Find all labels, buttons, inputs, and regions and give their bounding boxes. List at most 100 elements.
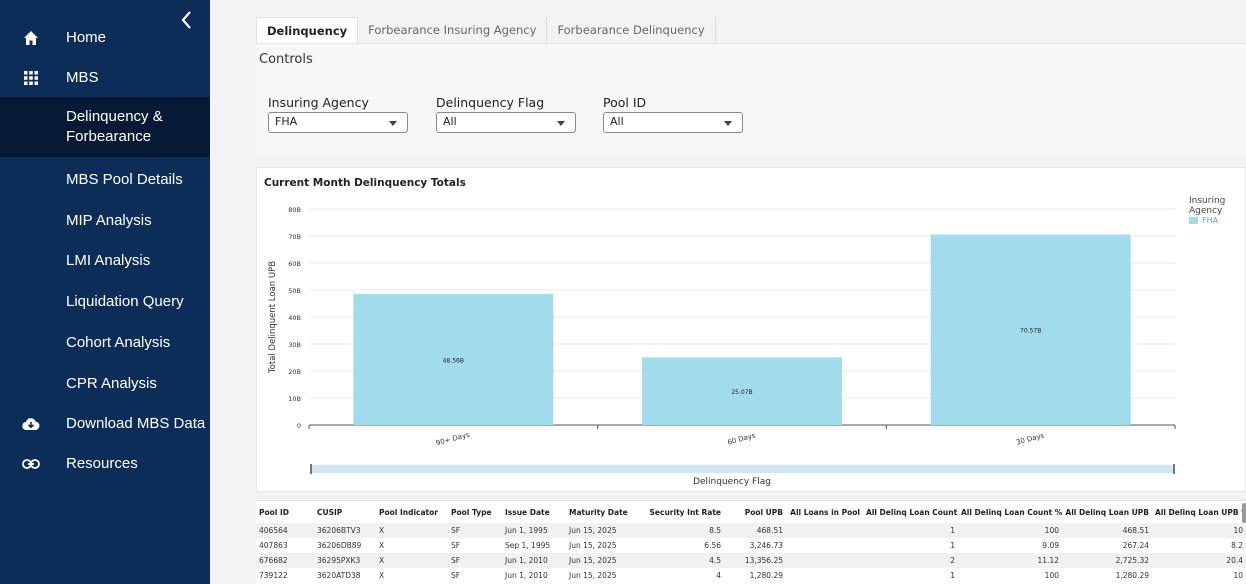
- sidebar-item-label: Home: [66, 29, 107, 46]
- grid-icon: [20, 67, 42, 89]
- bar-data-label: 25.07B: [731, 389, 752, 396]
- column-header[interactable]: Pool Indicator: [376, 501, 448, 523]
- table-cell: 3620ATD38: [317, 571, 361, 580]
- caret-down-icon: [389, 121, 397, 126]
- scroll-handle-right[interactable]: [1173, 464, 1175, 474]
- table-scrollbar[interactable]: [1242, 503, 1246, 523]
- y-axis-title: Total Delinquent Loan UPB: [268, 261, 278, 374]
- select-value: FHA: [275, 115, 298, 128]
- bar-data-label: 70.57B: [1020, 328, 1041, 335]
- column-header[interactable]: Security Int Rate: [638, 501, 724, 523]
- x-tick-label: 30 Days: [1015, 431, 1045, 446]
- sidebar-item-lmi-analysis[interactable]: LMI Analysis: [0, 249, 210, 273]
- table-cell: Jun 15, 2025: [569, 541, 617, 550]
- legend-item-fha[interactable]: FHA: [1189, 216, 1218, 225]
- table-cell: 676682: [256, 553, 314, 568]
- tab-forbearance-insuring-agency[interactable]: Forbearance Insuring Agency: [358, 17, 548, 43]
- filter-label: Delinquency Flag: [436, 95, 545, 110]
- sidebar-item-cpr-analysis[interactable]: CPR Analysis: [0, 372, 210, 396]
- y-tick-label: 10B: [288, 395, 301, 403]
- bar-data-label: 48.56B: [443, 357, 464, 364]
- table-cell: 1: [863, 523, 958, 538]
- table-cell: [786, 568, 863, 583]
- table-cell: SF: [451, 541, 461, 550]
- table-cell: 1: [950, 571, 955, 580]
- column-header[interactable]: Pool ID: [256, 501, 314, 523]
- column-header[interactable]: All Loans in Pool: [786, 501, 863, 523]
- sidebar-item-mip-analysis[interactable]: MIP Analysis: [0, 209, 210, 233]
- tab-forbearance-delinquency[interactable]: Forbearance Delinquency: [547, 17, 716, 43]
- scroll-handle-left[interactable]: [310, 464, 312, 474]
- column-header[interactable]: CUSIP: [314, 501, 376, 523]
- caret-down-icon: [724, 121, 732, 126]
- table-cell: Jun 15, 2025: [566, 553, 638, 568]
- select-value: All: [443, 115, 457, 128]
- sidebar-item-home[interactable]: Home: [0, 26, 210, 50]
- sidebar-item-label: Liquidation Query: [66, 293, 184, 310]
- delinquency-flag-select[interactable]: All: [436, 112, 576, 133]
- sidebar: Home MBS Delinquency & Forbearance MBS P…: [0, 0, 210, 584]
- main-content: Delinquency Forbearance Insuring Agency …: [210, 0, 1246, 584]
- y-tick-label: 40B: [288, 314, 301, 322]
- table-cell: X: [379, 541, 385, 550]
- table-cell: [786, 538, 863, 553]
- table-cell: 406564: [256, 523, 314, 538]
- insuring-agency-select[interactable]: FHA: [268, 112, 408, 133]
- sidebar-item-liquidation-query[interactable]: Liquidation Query: [0, 290, 210, 314]
- table-row[interactable]: 739122 3620ATD38 X SF Jun 1, 2010 Jun 15, 202…: [256, 568, 1246, 583]
- sidebar-item-mbs[interactable]: MBS: [0, 66, 210, 90]
- table-cell: 2: [863, 553, 958, 568]
- table-cell: SF: [448, 523, 502, 538]
- select-value: All: [610, 115, 624, 128]
- column-header[interactable]: All Delinq Loan Count: [863, 501, 958, 523]
- y-tick-label: 70B: [288, 233, 301, 241]
- y-tick-label: 30B: [288, 341, 301, 349]
- column-header[interactable]: Pool Type: [448, 501, 502, 523]
- column-header[interactable]: All Delinq Loan UPB %: [1152, 501, 1246, 523]
- y-tick-label: 50B: [288, 287, 301, 295]
- sidebar-item-mbs-pool-details[interactable]: MBS Pool Details: [0, 168, 210, 192]
- table-cell: Jun 15, 2025: [566, 523, 638, 538]
- home-icon: [20, 27, 42, 49]
- table-row[interactable]: 406564 36206BTV3 X SF Jun 1, 1995 Jun 15, 202…: [256, 523, 1246, 538]
- sidebar-item-label: MIP Analysis: [66, 212, 152, 229]
- column-header[interactable]: Maturity Date: [566, 501, 638, 523]
- table-cell: 468.51: [724, 523, 786, 538]
- table-cell: 11.12: [958, 553, 1062, 568]
- label-line-2: Forbearance: [66, 128, 152, 145]
- legend-label: FHA: [1202, 216, 1219, 225]
- column-header[interactable]: All Delinq Loan Count %: [958, 501, 1062, 523]
- sidebar-item-download-mbs-data[interactable]: Download MBS Data: [0, 412, 210, 436]
- table-row[interactable]: 676682 36295PXK3 X SF Jun 1, 2010 Jun 15, 202…: [256, 553, 1246, 568]
- table-cell: Jun 15, 2025: [569, 571, 617, 580]
- table-body: 406564 36206BTV3 X SF Jun 1, 1995 Jun 15, 202…: [256, 523, 1246, 583]
- sidebar-item-resources[interactable]: Resources: [0, 452, 210, 476]
- sidebar-item-delinquency-forbearance[interactable]: Delinquency & Forbearance: [0, 97, 210, 157]
- table-header-row: Pool ID CUSIP Pool Indicator Pool Type Issue…: [256, 501, 1246, 523]
- label-line-1: Delinquency &: [66, 108, 163, 125]
- controls-panel: Controls Insuring Agency FHA Delinquency…: [256, 44, 1246, 156]
- table-cell: 8.5: [638, 523, 724, 538]
- table-cell: 6.56: [704, 541, 721, 550]
- controls-title: Controls: [259, 52, 313, 67]
- sidebar-item-label: Cohort Analysis: [66, 334, 171, 351]
- x-tick-label: 60 Days: [727, 431, 757, 446]
- pool-id-select[interactable]: All: [603, 112, 743, 133]
- table-cell: SF: [451, 571, 461, 580]
- filter-label: Pool ID: [603, 95, 647, 110]
- table-cell: 468.51: [1062, 523, 1152, 538]
- column-header[interactable]: Issue Date: [502, 501, 566, 523]
- sidebar-item-label: LMI Analysis: [66, 252, 151, 269]
- legend-swatch: [1189, 217, 1198, 224]
- tab-delinquency[interactable]: Delinquency: [256, 17, 359, 43]
- y-tick-label: 80B: [288, 206, 301, 214]
- chart-scrollbar[interactable]: [310, 464, 1175, 474]
- sidebar-item-label: MBS Pool Details: [66, 171, 183, 188]
- column-header[interactable]: All Delinq Loan UPB: [1062, 501, 1152, 523]
- sidebar-item-cohort-analysis[interactable]: Cohort Analysis: [0, 331, 210, 355]
- x-axis-title: Delinquency Flag: [693, 477, 771, 487]
- tab-bar: Delinquency Forbearance Insuring Agency …: [256, 17, 716, 43]
- sidebar-item-label: MBS: [66, 69, 99, 86]
- table-row[interactable]: 407863 36206DB89 X SF Sep 1, 1995 Jun 15, 202…: [256, 538, 1246, 553]
- column-header[interactable]: Pool UPB: [724, 501, 786, 523]
